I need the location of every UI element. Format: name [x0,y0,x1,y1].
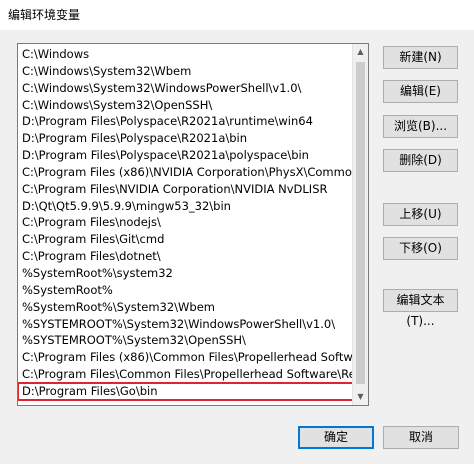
new-button[interactable]: 新建(N) [383,46,458,69]
browse-button[interactable]: 浏览(B)... [383,115,458,138]
list-item[interactable]: C:\Program Files\Git\cmd [18,231,354,248]
vertical-scrollbar[interactable]: ▲ ▼ [352,44,368,405]
list-item[interactable]: D:\Program Files\Polyspace\R2021a\runtim… [18,113,354,130]
list-item[interactable]: D:\Qt\Qt5.9.9\5.9.9\mingw53_32\bin [18,198,354,215]
list-item[interactable]: %SystemRoot%\system32 [18,265,354,282]
list-item[interactable]: %SystemRoot%\System32\Wbem [18,299,354,316]
list-item[interactable]: C:\Windows\System32\Wbem [18,63,354,80]
list-item[interactable]: D:\Program Files\Polyspace\R2021a\bin [18,130,354,147]
list-item[interactable]: C:\Program Files (x86)\NVIDIA Corporatio… [18,164,354,181]
window-title: 编辑环境变量 [8,8,81,22]
list-item[interactable]: %SystemRoot% [18,282,354,299]
edit-button[interactable]: 编辑(E) [383,80,458,103]
cancel-button[interactable]: 取消 [383,426,459,449]
title-bar: 编辑环境变量 [0,0,474,30]
list-item[interactable]: C:\Program Files\dotnet\ [18,248,354,265]
list-item[interactable]: C:\Program Files\nodejs\ [18,214,354,231]
list-item[interactable]: C:\Program Files (x86)\Common Files\Prop… [18,349,354,366]
scrollbar-thumb[interactable] [356,62,365,384]
list-item[interactable]: D:\Program Files\Go\bin [18,381,355,401]
list-item[interactable]: D:\Program Files\Polyspace\R2021a\polysp… [18,147,354,164]
list-item[interactable]: C:\Program Files\Common Files\Propellerh… [18,366,354,383]
list-item[interactable]: %SYSTEMROOT%\System32\WindowsPowerShell\… [18,316,354,333]
list-item[interactable]: %SYSTEMROOT%\System32\OpenSSH\ [18,332,354,349]
list-item[interactable]: C:\Windows\System32\WindowsPowerShell\v1… [18,80,354,97]
move-up-button[interactable]: 上移(U) [383,203,458,226]
path-list: C:\Windows C:\Windows\System32\Wbem C:\Win… [18,46,355,401]
path-listbox[interactable]: C:\Windows C:\Windows\System32\Wbem C:\Win… [17,43,369,406]
ok-button[interactable]: 确定 [298,426,374,449]
chevron-down-icon[interactable]: ▼ [353,389,368,405]
chevron-up-icon[interactable]: ▲ [353,44,368,60]
list-item[interactable]: C:\Program Files\NVIDIA Corporation\NVID… [18,181,354,198]
edit-text-button[interactable]: 编辑文本(T)... [383,289,458,328]
list-item[interactable]: C:\Windows [18,46,354,63]
move-down-button[interactable]: 下移(O) [383,237,458,260]
delete-button[interactable]: 删除(D) [383,149,458,172]
list-item[interactable]: C:\Windows\System32\OpenSSH\ [18,97,354,114]
